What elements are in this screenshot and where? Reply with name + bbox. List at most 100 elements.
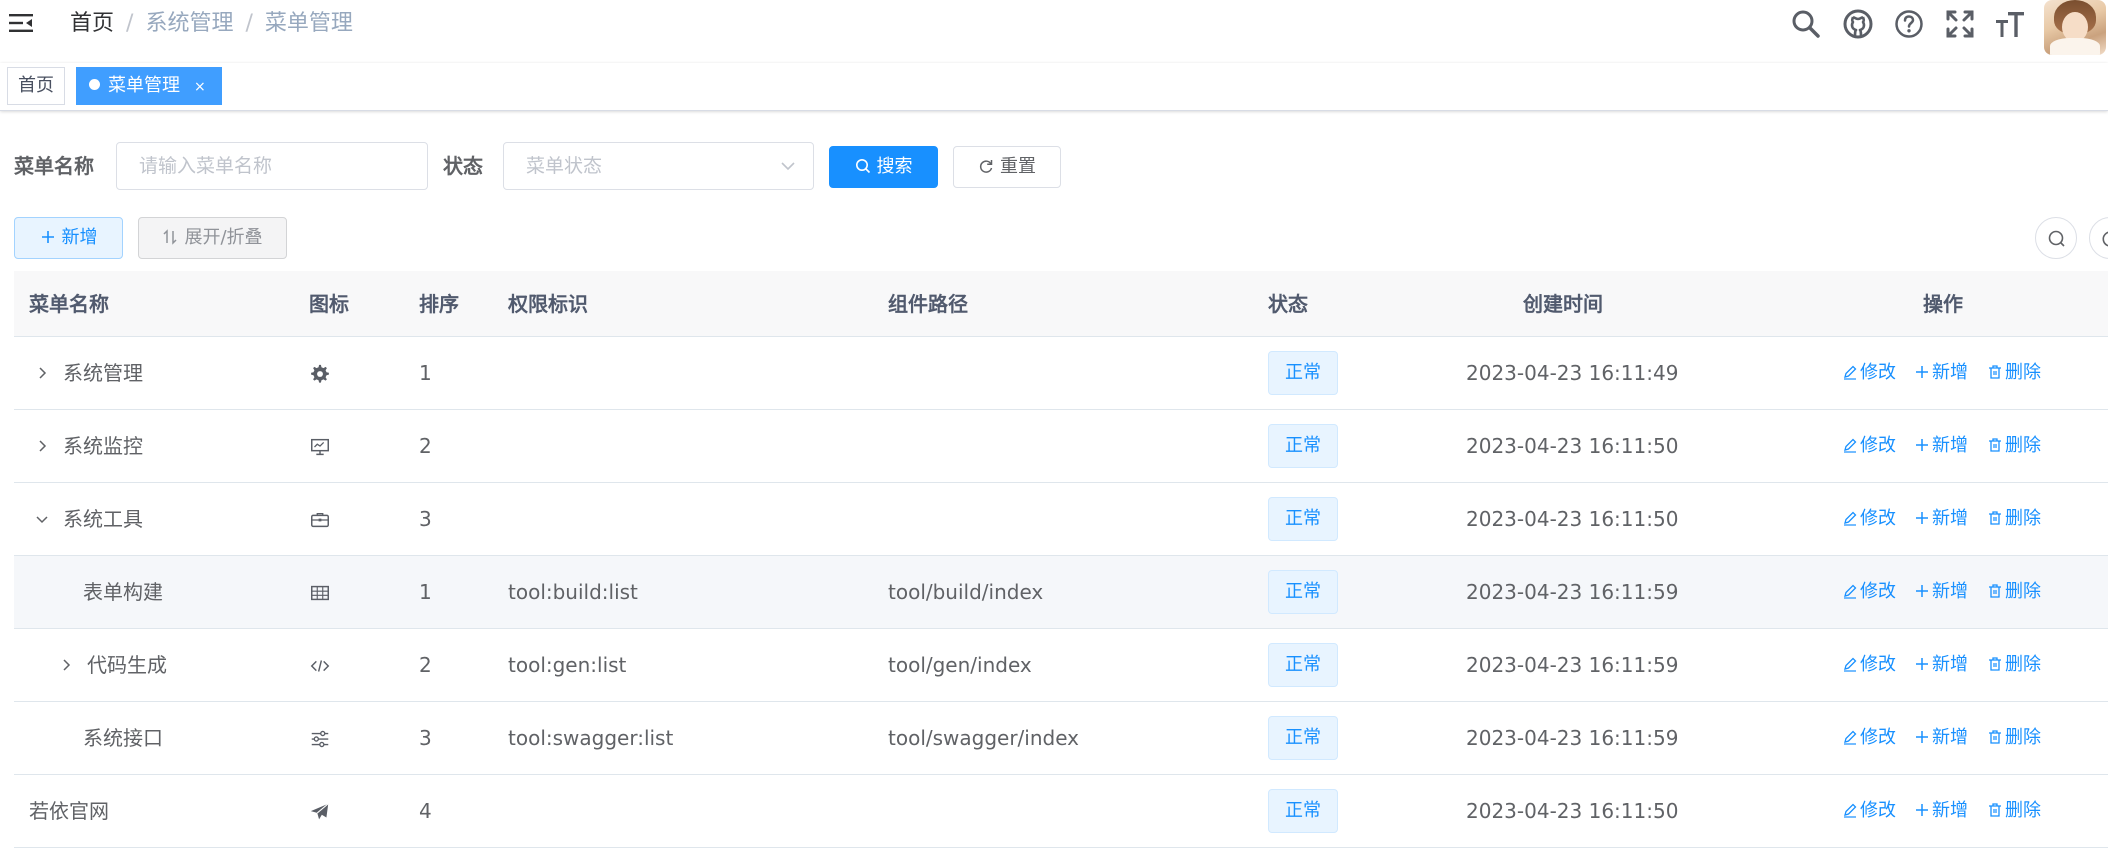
edit-button[interactable]: 修改	[1842, 702, 1896, 774]
expand-collapse-button-label: 展开/折叠	[184, 227, 263, 248]
chevron-down-icon[interactable]	[34, 511, 50, 527]
delete-button[interactable]: 删除	[1987, 702, 2041, 774]
status-badge: 正常	[1268, 716, 1338, 760]
table-row[interactable]: 系统监控 2 正常 2023-04-23 16:11:50 修改 新增 删除	[14, 410, 2108, 483]
breadcrumb-item[interactable]: 系统管理	[145, 11, 233, 36]
status-label: 状态	[443, 154, 483, 178]
edit-icon	[1842, 508, 1860, 529]
header-actions: 操作	[1923, 292, 1963, 316]
refresh-icon	[2102, 231, 2108, 247]
add-label: 新增	[1932, 581, 1968, 602]
fullscreen-icon[interactable]	[1944, 8, 1976, 40]
created-time-cell: 2023-04-23 16:11:50	[1466, 799, 1679, 823]
delete-button[interactable]: 删除	[1987, 775, 2041, 847]
reset-button[interactable]: 重置	[953, 146, 1061, 188]
refresh-table-button[interactable]	[2089, 217, 2108, 259]
search-icon[interactable]	[1790, 8, 1822, 40]
delete-icon	[1987, 435, 2005, 456]
order-cell: 3	[419, 507, 432, 531]
edit-label: 修改	[1860, 581, 1896, 602]
delete-button[interactable]: 删除	[1987, 556, 2041, 628]
plus-icon	[1914, 727, 1932, 748]
active-dot-icon	[89, 79, 100, 90]
menu-name-cell: 表单构建	[83, 580, 163, 604]
hamburger-icon[interactable]	[8, 10, 34, 36]
add-child-button[interactable]: 新增	[1914, 410, 1968, 482]
status-badge: 正常	[1268, 351, 1338, 395]
add-button-label: 新增	[61, 227, 98, 248]
menu-name-cell: 代码生成	[87, 653, 167, 677]
edit-button[interactable]: 修改	[1842, 775, 1896, 847]
menu-name-cell: 系统工具	[63, 507, 143, 531]
toggle-search-button[interactable]	[2035, 217, 2077, 259]
table-row[interactable]: 代码生成 2 tool:gen:list tool/gen/index 正常 2023-0…	[14, 629, 2108, 702]
breadcrumb-home[interactable]: 首页	[70, 11, 114, 36]
close-icon[interactable]: ×	[194, 79, 206, 95]
component-cell: tool/gen/index	[888, 653, 1032, 677]
table-row[interactable]: 系统接口 3 tool:swagger:list tool/swagger/index…	[14, 702, 2108, 775]
table-row[interactable]: 表单构建 1 tool:build:list tool/build/index 正常 20…	[14, 556, 2108, 629]
status-badge: 正常	[1268, 789, 1338, 833]
add-label: 新增	[1932, 435, 1968, 456]
delete-label: 删除	[2005, 727, 2041, 748]
component-cell: tool/build/index	[888, 580, 1044, 604]
created-time-cell: 2023-04-23 16:11:49	[1466, 361, 1679, 385]
table-row[interactable]: 系统工具 3 正常 2023-04-23 16:11:50 修改 新增 删除	[14, 483, 2108, 556]
tag-label: 菜单管理	[108, 75, 180, 96]
status-select[interactable]: 菜单状态	[503, 142, 814, 190]
table-row[interactable]: 若依官网 4 正常 2023-04-23 16:11:50 修改 新增 删除	[14, 775, 2108, 848]
edit-button[interactable]: 修改	[1842, 410, 1896, 482]
github-icon[interactable]	[1842, 8, 1874, 40]
tags-view: 首页 菜单管理 ×	[0, 63, 2108, 111]
delete-button[interactable]: 删除	[1987, 337, 2041, 409]
add-button[interactable]: 新增	[14, 217, 123, 259]
add-child-button[interactable]: 新增	[1914, 556, 1968, 628]
chevron-right-icon[interactable]	[58, 657, 74, 673]
order-cell: 2	[419, 653, 432, 677]
add-child-button[interactable]: 新增	[1914, 337, 1968, 409]
font-size-icon[interactable]	[1994, 8, 2026, 40]
perms-cell: tool:build:list	[508, 580, 638, 604]
edit-label: 修改	[1860, 508, 1896, 529]
add-child-button[interactable]: 新增	[1914, 483, 1968, 555]
question-icon[interactable]	[1893, 8, 1925, 40]
status-badge: 正常	[1268, 570, 1338, 614]
chevron-right-icon[interactable]	[34, 365, 50, 381]
status-badge: 正常	[1268, 643, 1338, 687]
menu-name-cell: 若依官网	[29, 799, 109, 823]
order-cell: 4	[419, 799, 432, 823]
add-child-button[interactable]: 新增	[1914, 702, 1968, 774]
menu-name-input[interactable]: 请输入菜单名称	[116, 142, 428, 190]
status-select-placeholder: 菜单状态	[526, 155, 603, 177]
created-time-cell: 2023-04-23 16:11:59	[1466, 726, 1679, 750]
edit-button[interactable]: 修改	[1842, 629, 1896, 701]
plus-icon	[1914, 435, 1932, 456]
edit-icon	[1842, 727, 1860, 748]
expand-collapse-button[interactable]: 展开/折叠	[138, 217, 287, 259]
search-icon	[855, 159, 870, 174]
delete-button[interactable]: 删除	[1987, 410, 2041, 482]
edit-icon	[1842, 800, 1860, 821]
delete-button[interactable]: 删除	[1987, 483, 2041, 555]
perms-cell: tool:swagger:list	[508, 726, 674, 750]
delete-icon	[1987, 508, 2005, 529]
edit-icon	[1842, 362, 1860, 383]
edit-button[interactable]: 修改	[1842, 337, 1896, 409]
add-child-button[interactable]: 新增	[1914, 629, 1968, 701]
avatar[interactable]	[2044, 0, 2106, 55]
tag-home[interactable]: 首页	[7, 67, 65, 105]
tag-menu-management[interactable]: 菜单管理 ×	[76, 67, 222, 105]
edit-label: 修改	[1860, 727, 1896, 748]
edit-button[interactable]: 修改	[1842, 483, 1896, 555]
search-icon	[2048, 230, 2065, 247]
add-child-button[interactable]: 新增	[1914, 775, 1968, 847]
search-button[interactable]: 搜索	[829, 146, 938, 188]
header-menu-name: 菜单名称	[29, 292, 109, 316]
breadcrumb-item: 菜单管理	[264, 11, 353, 36]
edit-button[interactable]: 修改	[1842, 556, 1896, 628]
edit-label: 修改	[1860, 654, 1896, 675]
chevron-right-icon[interactable]	[34, 438, 50, 454]
table-row[interactable]: 系统管理 1 正常 2023-04-23 16:11:49 修改 新增 删除	[14, 337, 2108, 410]
edit-icon	[1842, 435, 1860, 456]
delete-button[interactable]: 删除	[1987, 629, 2041, 701]
